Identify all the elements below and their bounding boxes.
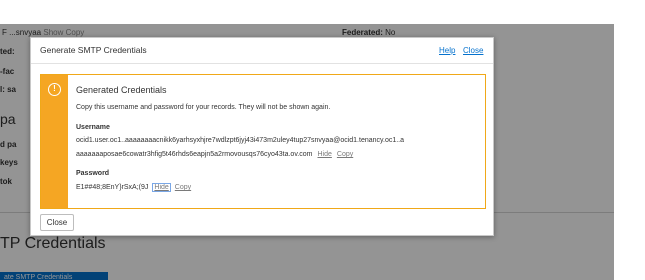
alert-body: Generated Credentials Copy this username… (76, 75, 480, 208)
password-value: E1##48;8EnY}rSxA;(9J (76, 184, 149, 191)
dialog-header: Generate SMTP Credentials Help Close (31, 38, 493, 64)
username-value-line2: aaaaaaaposae6cowatr3hfig5t46rhds6eapjn5a… (76, 151, 313, 158)
close-link[interactable]: Close (463, 46, 483, 55)
password-hide-link[interactable]: Hide (152, 183, 171, 192)
dialog-title: Generate SMTP Credentials (40, 45, 147, 55)
close-button[interactable]: Close (40, 214, 74, 231)
password-label: Password (76, 170, 110, 177)
generated-credentials-alert: ! Generated Credentials Copy this userna… (40, 74, 486, 209)
username-label: Username (76, 124, 110, 131)
username-copy-link[interactable]: Copy (337, 151, 353, 158)
alert-title: Generated Credentials (76, 85, 167, 95)
username-value-line2-row: aaaaaaaposae6cowatr3hfig5t46rhds6eapjn5a… (76, 151, 353, 158)
username-hide-link[interactable]: Hide (317, 151, 331, 158)
username-value-line1: ocid1.user.oc1..aaaaaaaacnikk6yarhsyxhjr… (76, 137, 405, 144)
alert-description: Copy this username and password for your… (76, 104, 331, 111)
generate-smtp-credentials-dialog: Generate SMTP Credentials Help Close ! G… (30, 37, 494, 236)
warning-circle-icon: ! (48, 83, 61, 96)
screen: F ...snvyaa Show Copy Federated: No ted:… (0, 0, 645, 280)
password-copy-link[interactable]: Copy (175, 184, 191, 191)
password-row: E1##48;8EnY}rSxA;(9J Hide Copy (76, 183, 191, 192)
alert-stripe: ! (41, 75, 68, 208)
help-link[interactable]: Help (439, 46, 455, 55)
